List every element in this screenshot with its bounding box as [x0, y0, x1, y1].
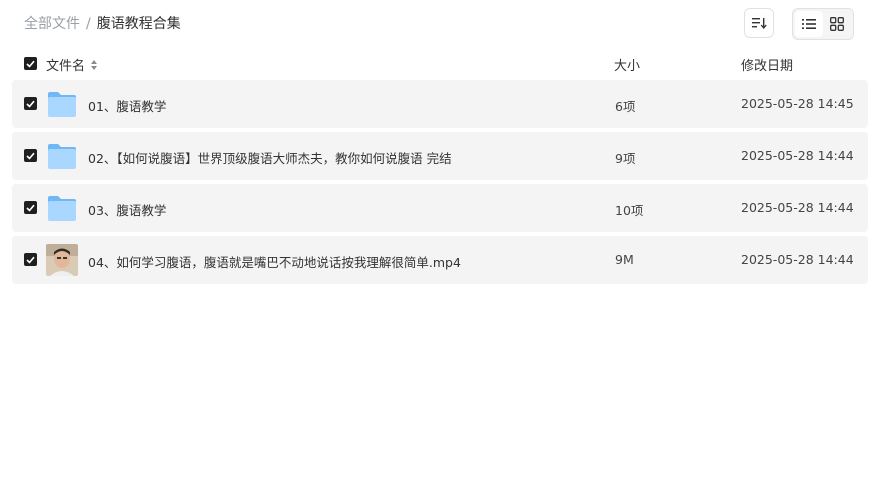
file-date: 2025-05-28 14:44 — [741, 200, 854, 215]
table-row[interactable]: 04、如何学习腹语，腹语就是嘴巴不动地说话按我理解很简单.mp4 9M 2025… — [12, 236, 868, 284]
column-name-label: 文件名 — [46, 59, 86, 74]
table-row[interactable]: 03、腹语教学 10项 2025-05-28 14:44 — [12, 184, 868, 232]
folder-icon — [46, 192, 78, 224]
row-checkbox[interactable] — [24, 253, 37, 266]
grid-view-icon — [830, 17, 844, 31]
checkmark-icon — [26, 152, 35, 160]
table-row[interactable]: 02、【如何说腹语】世界顶级腹语大师杰夫，教你如何说腹语 完结 9项 2025-… — [12, 132, 868, 180]
breadcrumb-root-link[interactable]: 全部文件 — [24, 15, 80, 33]
view-toggle — [792, 8, 854, 40]
file-date: 2025-05-28 14:44 — [741, 252, 854, 267]
file-size: 9项 — [615, 151, 636, 166]
file-name[interactable]: 01、腹语教学 — [88, 96, 166, 115]
breadcrumb: 全部文件 / 腹语教程合集 — [24, 15, 181, 33]
sort-toggle-icon — [90, 59, 98, 71]
header: 全部文件 / 腹语教程合集 — [0, 0, 878, 48]
grid-view-button[interactable] — [823, 11, 851, 37]
list-view-button[interactable] — [795, 11, 823, 37]
checkmark-icon — [26, 204, 35, 212]
row-checkbox[interactable] — [24, 201, 37, 214]
file-browser: 全部文件 / 腹语教程合集 文件名 大小 修改日期 01、腹语教学 6项 202… — [0, 0, 878, 495]
checkmark-icon — [26, 256, 35, 264]
row-checkbox[interactable] — [24, 149, 37, 162]
column-size-header: 大小 — [614, 59, 641, 74]
select-all-checkbox[interactable] — [24, 57, 37, 70]
list-view-icon — [802, 19, 816, 29]
table-row[interactable]: 01、腹语教学 6项 2025-05-28 14:45 — [12, 80, 868, 128]
file-size: 10项 — [615, 203, 644, 218]
sort-list-icon — [752, 18, 767, 30]
file-size: 9M — [615, 252, 634, 267]
checkmark-icon — [26, 60, 35, 68]
row-checkbox[interactable] — [24, 97, 37, 110]
column-header: 文件名 大小 修改日期 — [0, 52, 878, 76]
file-name[interactable]: 03、腹语教学 — [88, 200, 166, 219]
breadcrumb-current: 腹语教程合集 — [96, 16, 181, 32]
file-date: 2025-05-28 14:44 — [741, 148, 854, 163]
file-name[interactable]: 04、如何学习腹语，腹语就是嘴巴不动地说话按我理解很简单.mp4 — [88, 252, 461, 271]
checkmark-icon — [26, 100, 35, 108]
column-name-header[interactable]: 文件名 — [46, 55, 98, 74]
folder-icon — [46, 88, 78, 120]
column-date-header: 修改日期 — [741, 59, 794, 74]
video-thumbnail-icon — [46, 244, 78, 276]
file-size: 6项 — [615, 99, 636, 114]
sort-button[interactable] — [744, 8, 774, 38]
folder-icon — [46, 140, 78, 172]
file-list: 01、腹语教学 6项 2025-05-28 14:45 02、【如何说腹语】世界… — [12, 80, 868, 288]
breadcrumb-separator: / — [86, 16, 91, 32]
file-name[interactable]: 02、【如何说腹语】世界顶级腹语大师杰夫，教你如何说腹语 完结 — [88, 148, 452, 167]
file-date: 2025-05-28 14:45 — [741, 96, 854, 111]
